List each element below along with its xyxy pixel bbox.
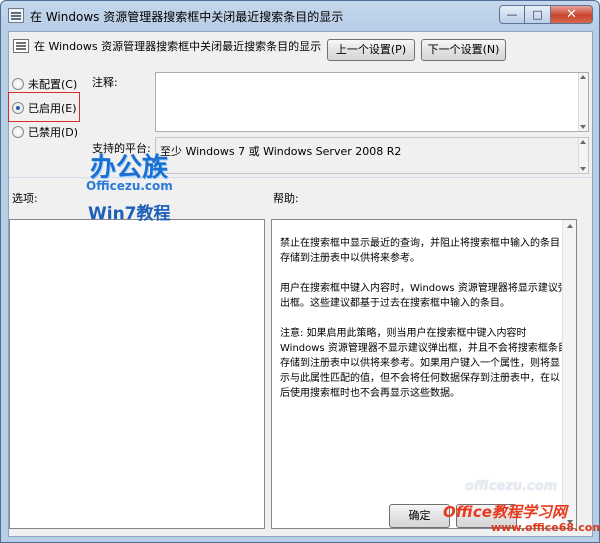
previous-setting-button[interactable]: 上一个设置(P) [327,39,415,61]
next-setting-button[interactable]: 下一个设置(N) [421,39,506,61]
radio-enabled-icon[interactable] [12,102,24,114]
comment-scrollbar[interactable] [578,73,588,131]
caption-buttons: — □ ✕ [499,5,593,24]
radio-not-configured-label: 未配置(C) [28,78,78,91]
watermark-ghost-text: officezu.com [465,479,558,494]
options-panel [9,219,265,529]
scroll-up-icon[interactable] [580,75,586,79]
supported-platform-box: 至少 Windows 7 或 Windows Server 2008 R2 [155,137,589,174]
policy-title: 在 Windows 资源管理器搜索框中关闭最近搜索条目的显示 [34,40,322,53]
radio-disabled-label: 已禁用(D) [28,126,79,139]
officezu-logo: 办公族 Officezu.com Win7教程 [86,147,182,229]
maximize-button[interactable]: □ [525,5,551,24]
close-button[interactable]: ✕ [551,5,593,24]
help-paragraph: 禁止在搜索框中显示最近的查询，并阻止将搜索框中输入的条目存储到注册表中以供将来参… [280,238,560,264]
window-title: 在 Windows 资源管理器搜索框中关闭最近搜索条目的显示 [30,10,344,24]
watermark-url-text: www.office68.com [491,521,600,534]
scroll-up-icon[interactable] [580,140,586,144]
policy-dialog-window: 在 Windows 资源管理器搜索框中关闭最近搜索条目的显示 — □ ✕ 在 W… [0,0,600,543]
policy-setting-icon [8,8,24,23]
radio-disabled[interactable]: 已禁用(D) [12,124,78,140]
comment-label: 注释: [92,76,118,89]
scroll-down-icon[interactable] [580,125,586,129]
supported-platform-value: 至少 Windows 7 或 Windows Server 2008 R2 [160,145,402,158]
policy-setting-icon [13,39,29,53]
maximize-icon: □ [532,8,543,21]
scroll-up-icon[interactable] [567,224,573,228]
radio-enabled-label: 已启用(E) [28,102,77,115]
title-bar[interactable]: 在 Windows 资源管理器搜索框中关闭最近搜索条目的显示 — □ ✕ [1,1,599,31]
minimize-button[interactable]: — [499,5,525,24]
options-label: 选项: [12,192,38,205]
logo-win7-text: Win7教程 [88,204,171,224]
header-row: 在 Windows 资源管理器搜索框中关闭最近搜索条目的显示 上一个设置(P) … [9,32,592,68]
radio-not-configured-icon[interactable] [12,78,24,90]
office68-watermark: officezu.com Office教程学习网 www.office68.co… [441,479,600,539]
watermark-brand-text: Office教程学习网 [443,503,567,521]
close-icon: ✕ [566,7,577,22]
help-paragraph: 用户在搜索框中键入内容时，Windows 资源管理器将显示建议弹出框。这些建议都… [280,283,568,309]
comment-textarea[interactable] [155,72,589,132]
platform-scrollbar[interactable] [578,138,588,173]
minimize-icon: — [506,8,518,21]
help-paragraph: 注意: 如果启用此策略，则当用户在搜索框中键入内容时 Windows 资源管理器… [280,328,568,399]
logo-url-text: Officezu.com [86,179,173,193]
scroll-down-icon[interactable] [580,167,586,171]
help-label: 帮助: [273,192,299,205]
radio-disabled-icon[interactable] [12,126,24,138]
radio-enabled[interactable]: 已启用(E) [12,100,77,116]
radio-not-configured[interactable]: 未配置(C) [12,76,77,92]
dialog-client-area: 在 Windows 资源管理器搜索框中关闭最近搜索条目的显示 上一个设置(P) … [8,31,593,537]
